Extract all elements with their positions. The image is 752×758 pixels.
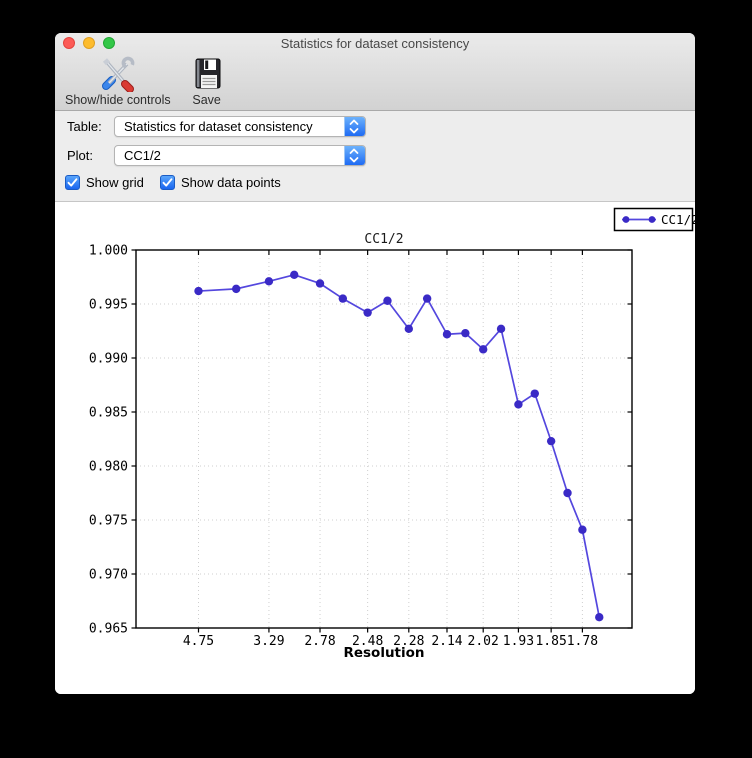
chart-series [194,270,604,622]
data-point [315,279,325,288]
y-tick-label: 1.000 [89,244,128,259]
table-label: Table: [67,119,102,134]
legend-marker [622,216,630,223]
x-tick-label: 4.75 [183,634,214,649]
data-point [404,324,413,334]
chevron-up-down-icon [349,119,359,134]
checkmark-icon [67,178,78,187]
data-point [363,308,372,317]
data-point [231,284,241,294]
plot-label: Plot: [67,148,94,163]
save-button[interactable]: Save [189,56,225,107]
data-point [578,525,587,534]
legend-label: CC1/2 [661,212,695,227]
show-hide-controls-label: Show/hide controls [65,93,171,107]
data-point [264,277,274,286]
x-tick-label: 1.93 [503,634,534,649]
data-point [383,296,392,305]
x-tick-label: 2.78 [304,634,335,649]
window-title: Statistics for dataset consistency [280,36,470,51]
table-select-stepper[interactable] [344,117,365,136]
y-tick-label: 0.970 [89,568,128,583]
x-axis-label: Resolution [343,645,424,661]
data-point [546,436,556,446]
save-icon [195,58,221,89]
plot-select-stepper[interactable] [344,146,365,165]
y-tick-label: 0.985 [89,406,128,421]
data-point [338,294,348,303]
y-tick-label: 0.975 [89,514,128,529]
plot-select[interactable]: CC1/2 [114,145,366,166]
statistics-window: Statistics for dataset consistency Show/… [55,33,695,694]
data-point [530,389,539,398]
table-select[interactable]: Statistics for dataset consistency [114,116,366,137]
save-label: Save [192,93,221,107]
data-point [595,613,604,622]
chevron-up-down-icon [349,148,359,163]
toolbar: Show/hide controls Save [65,56,225,110]
y-tick-label: 0.990 [89,352,128,367]
controls-panel: Table: Statistics for dataset consistenc… [55,111,695,202]
plot-select-value: CC1/2 [124,148,161,163]
window-header: Statistics for dataset consistency Show/… [55,33,695,111]
data-point [479,345,488,354]
x-tick-label: 2.02 [468,634,499,649]
tools-icon [101,56,135,92]
legend-marker [648,216,656,223]
chart-ticks [131,249,632,633]
plot-area: 1.000 0.995 0.990 0.985 0.980 0.975 0.970 0.965… [55,202,695,694]
table-select-value: Statistics for dataset consistency [124,119,313,134]
show-data-points-label: Show data points [181,175,281,190]
y-tick-label: 0.965 [89,622,128,637]
x-tick-label: 3.29 [253,634,284,649]
data-point [290,270,299,280]
data-point [422,294,432,303]
checkmark-icon [162,178,173,187]
show-grid-label: Show grid [86,175,144,190]
data-point [194,286,203,296]
show-hide-controls-button[interactable]: Show/hide controls [65,56,171,107]
show-grid-checkbox[interactable] [65,175,80,190]
data-point [461,328,470,338]
chart-legend: CC1/2 [613,207,695,232]
data-point [563,488,572,498]
chart-tick-labels: 1.000 0.995 0.990 0.985 0.980 0.975 0.970 0.965… [89,244,598,650]
series-line [198,273,601,618]
data-point [496,324,506,334]
show-data-points-checkbox[interactable] [160,175,175,190]
chart-gridlines [136,250,632,628]
x-tick-label: 1.85 [535,634,566,649]
cc-half-chart: 1.000 0.995 0.990 0.985 0.980 0.975 0.970 0.965… [89,207,695,661]
x-tick-label: 2.14 [431,634,462,649]
x-tick-label: 1.78 [567,634,598,649]
y-tick-label: 0.995 [89,298,128,313]
data-point [442,330,452,339]
y-tick-label: 0.980 [89,460,128,475]
chart-frame [135,249,633,629]
chart-title: CC1/2 [364,232,403,247]
data-point [514,400,523,409]
